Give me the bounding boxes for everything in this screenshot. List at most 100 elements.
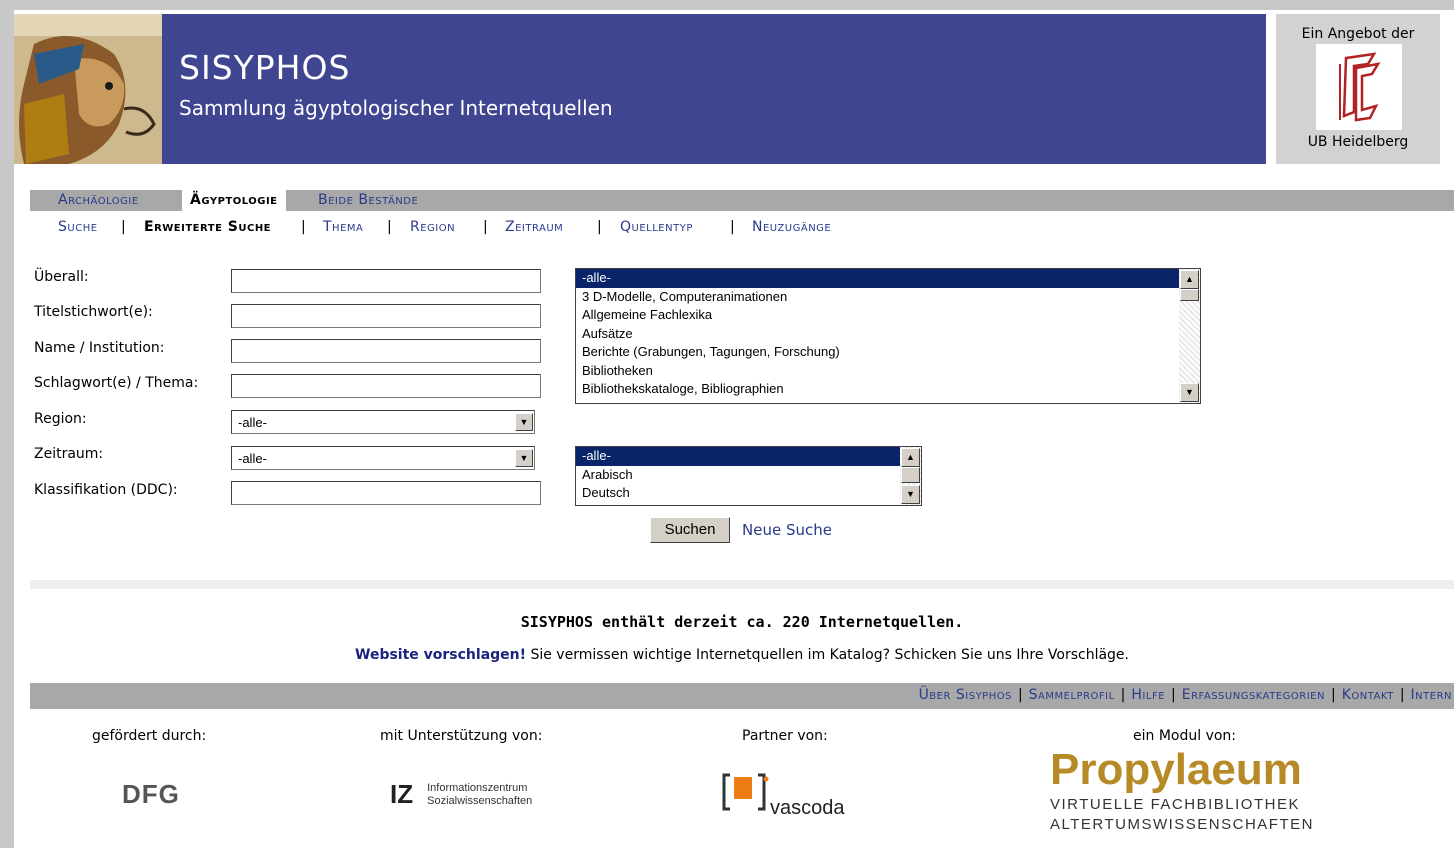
titel-label: Titelstichwort(e): <box>34 304 153 320</box>
egyptian-relief-image <box>14 14 162 164</box>
name-label: Name / Institution: <box>34 340 165 356</box>
footer-link-hilfe[interactable]: Hilfe <box>1131 687 1165 703</box>
search-button[interactable]: Suchen <box>650 517 730 543</box>
region-label: Region: <box>34 411 87 427</box>
schlagwort-label: Schlagwort(e) / Thema: <box>34 375 199 391</box>
nav-separator: | <box>1330 687 1336 703</box>
nav-separator: | <box>301 219 306 235</box>
list-item[interactable]: Bibliotheken <box>576 362 1200 381</box>
nav-neuzugaenge[interactable]: Neuzugänge <box>752 219 831 235</box>
klassifikation-label: Klassifikation (DDC): <box>34 482 178 498</box>
ub-heidelberg-box[interactable]: Ein Angebot der UB Heidelberg <box>1276 14 1440 164</box>
sponsor-label-dfg: gefördert durch: <box>92 728 207 744</box>
iz-line2: Sozialwissenschaften <box>427 794 533 807</box>
nav-separator: | <box>1399 687 1405 703</box>
scrollbar[interactable]: ▲ ▼ <box>1179 269 1200 403</box>
zeitraum-selected-value: -alle- <box>238 451 267 466</box>
ub-heidelberg-logo-icon[interactable] <box>1316 44 1402 130</box>
list-item[interactable]: Allgemeine Fachlexika <box>576 306 1200 325</box>
chevron-down-icon[interactable]: ▼ <box>515 413 533 431</box>
quellentyp-listbox[interactable]: -alle- 3 D-Modelle, Computeranimationen … <box>575 268 1201 404</box>
site-header: SISYPHOS Sammlung ägyptologischer Intern… <box>14 14 1440 166</box>
tab-aegyptologie[interactable]: Ägyptologie <box>182 190 286 211</box>
footer-link-erfassungskategorien[interactable]: Erfassungskategorien <box>1182 687 1325 703</box>
nav-separator: | <box>1017 687 1023 703</box>
propylaeum-logo[interactable]: Propylaeum VIRTUELLE FACHBIBLIOTHEK ALTE… <box>1050 747 1314 833</box>
tab-archaeologie[interactable]: Archäologie <box>50 190 147 211</box>
scroll-up-icon[interactable]: ▲ <box>901 448 920 467</box>
scroll-thumb[interactable] <box>901 467 920 483</box>
nav-separator: | <box>730 219 735 235</box>
list-item[interactable]: -alle- <box>576 269 1200 288</box>
titel-input[interactable] <box>231 304 541 328</box>
iz-mark: IZ <box>390 779 414 809</box>
nav-suche[interactable]: Suche <box>58 219 98 235</box>
name-institution-input[interactable] <box>231 339 541 363</box>
scroll-down-icon[interactable]: ▼ <box>1180 383 1199 402</box>
sponsor-label-iz: mit Unterstützung von: <box>380 728 543 744</box>
nav-separator: | <box>597 219 602 235</box>
ueberall-input[interactable] <box>231 269 541 293</box>
suggest-text: Sie vermissen wichtige Internetquellen i… <box>526 647 1129 663</box>
list-item[interactable]: Berichte (Grabungen, Tagungen, Forschung… <box>576 343 1200 362</box>
nav-separator: | <box>483 219 488 235</box>
nav-separator: | <box>387 219 392 235</box>
iz-line1: Informationszentrum <box>427 781 528 794</box>
tab-beide-bestaende[interactable]: Beide Bestände <box>310 190 426 211</box>
vascoda-bracket-icon <box>722 773 769 811</box>
region-selected-value: -alle- <box>238 415 267 430</box>
secondary-nav: Suche | Erweiterte Suche | Thema | Regio… <box>30 211 1454 242</box>
nav-separator: | <box>1171 687 1176 703</box>
scroll-thumb[interactable] <box>1180 289 1199 301</box>
iz-text: Informationszentrum Sozialwissenschaften <box>427 782 532 808</box>
list-item[interactable]: Deutsch <box>576 484 921 503</box>
nav-region[interactable]: Region <box>410 219 455 235</box>
nav-thema[interactable]: Thema <box>323 219 363 235</box>
region-select[interactable]: -alle- ▼ <box>231 410 535 434</box>
nav-separator: | <box>121 219 126 235</box>
info-panel: SISYPHOS enthält derzeit ca. 220 Interne… <box>30 589 1454 669</box>
list-item[interactable]: 3 D-Modelle, Computeranimationen <box>576 288 1200 307</box>
primary-nav: Archäologie Ägyptologie Beide Bestände <box>30 190 1454 211</box>
footer-link-intern[interactable]: Intern <box>1411 687 1452 703</box>
source-count-text: SISYPHOS enthält derzeit ca. 220 Interne… <box>520 613 964 631</box>
footer-link-sammelprofil[interactable]: Sammelprofil <box>1029 687 1115 703</box>
chevron-down-icon[interactable]: ▼ <box>515 449 533 467</box>
iz-logo[interactable]: IZ Informationszentrum Sozialwissenschaf… <box>390 779 532 810</box>
scrollbar[interactable]: ▲ ▼ <box>900 447 921 505</box>
list-item[interactable]: Arabisch <box>576 466 921 485</box>
footer-nav-items: Über Sisyphos | Sammelprofil | Hilfe | Erfassu… <box>919 687 1452 703</box>
scroll-down-icon[interactable]: ▼ <box>901 485 920 504</box>
schlagwort-input[interactable] <box>231 374 541 398</box>
footer-link-kontakt[interactable]: Kontakt <box>1342 687 1394 703</box>
list-item[interactable]: Bibliothekskataloge, Bibliographien <box>576 380 1200 399</box>
nav-separator: | <box>1120 687 1126 703</box>
list-item[interactable]: Aufsätze <box>576 325 1200 344</box>
footer-link-ueber[interactable]: Über Sisyphos <box>919 687 1012 703</box>
divider <box>30 580 1454 589</box>
site-subtitle: Sammlung ägyptologischer Internetquellen <box>179 96 613 120</box>
sponsor-label-partner: Partner von: <box>742 728 828 744</box>
footer-nav: Über Sisyphos | Sammelprofil | Hilfe | Erfassu… <box>30 683 1454 709</box>
propylaeum-sub1: VIRTUELLE FACHBIBLIOTHEK <box>1050 796 1300 813</box>
suggest-website-link[interactable]: Website vorschlagen! <box>355 647 526 663</box>
nav-erweiterte-suche[interactable]: Erweiterte Suche <box>144 219 271 235</box>
header-banner: SISYPHOS Sammlung ägyptologischer Intern… <box>14 14 1266 164</box>
new-search-link[interactable]: Neue Suche <box>742 521 832 539</box>
sprache-listbox[interactable]: -alle- Arabisch Deutsch ▲ ▼ <box>575 446 922 506</box>
sponsor-label-modul: ein Modul von: <box>1133 728 1237 744</box>
zeitraum-select[interactable]: -alle- ▼ <box>231 446 535 470</box>
nav-zeitraum[interactable]: Zeitraum <box>505 219 563 235</box>
list-item[interactable]: -alle- <box>576 447 921 466</box>
propylaeum-wordmark: Propylaeum <box>1050 745 1302 794</box>
nav-quellentyp[interactable]: Quellentyp <box>620 219 693 235</box>
vascoda-logo[interactable]: vascoda <box>720 767 845 821</box>
advanced-search-form: Überall: Titelstichwort(e): Name / Insti… <box>30 242 1454 580</box>
klassifikation-input[interactable] <box>231 481 541 505</box>
dfg-logo[interactable]: DFG <box>122 779 180 810</box>
scroll-up-icon[interactable]: ▲ <box>1180 270 1199 289</box>
site-title: SISYPHOS <box>179 48 351 87</box>
suggest-line: Website vorschlagen! Sie vermissen wicht… <box>30 647 1454 663</box>
ueberall-label: Überall: <box>34 269 89 285</box>
zeitraum-label: Zeitraum: <box>34 446 104 462</box>
